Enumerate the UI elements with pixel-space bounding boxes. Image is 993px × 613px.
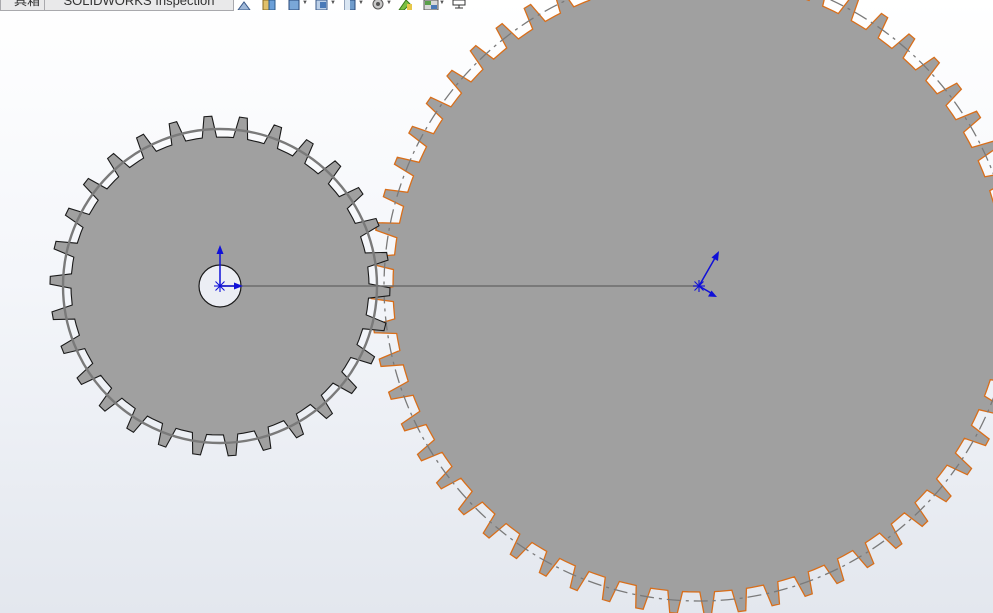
render-tools-icon[interactable] bbox=[423, 0, 439, 10]
apply-scene-icon[interactable] bbox=[370, 0, 386, 10]
large-gear[interactable] bbox=[370, 0, 993, 613]
section-view-icon[interactable] bbox=[261, 0, 277, 10]
view-orientation-icon[interactable] bbox=[236, 0, 252, 10]
chevron-down-icon[interactable]: ▼ bbox=[302, 0, 308, 10]
gear-sketch-canvas[interactable] bbox=[0, 0, 993, 613]
chevron-down-icon[interactable]: ▼ bbox=[330, 0, 336, 10]
heads-up-view-toolbar: ▼ ▼ ▼ ▼ ▼ bbox=[236, 0, 476, 10]
display-style-icon[interactable] bbox=[286, 0, 302, 10]
graphics-area[interactable]: 具箱 SOLIDWORKS Inspection ▼ ▼ ▼ ▼ ▼ bbox=[0, 0, 993, 613]
hide-show-items-icon[interactable] bbox=[314, 0, 330, 10]
view-settings-icon[interactable] bbox=[398, 0, 414, 10]
tab-tools[interactable]: 具箱 bbox=[0, 0, 45, 11]
chevron-down-icon[interactable]: ▼ bbox=[358, 0, 364, 10]
edit-appearance-icon[interactable] bbox=[342, 0, 358, 10]
tab-solidworks-inspection[interactable]: SOLIDWORKS Inspection bbox=[44, 0, 234, 11]
chevron-down-icon[interactable]: ▼ bbox=[386, 0, 392, 10]
chevron-down-icon[interactable]: ▼ bbox=[439, 0, 445, 10]
display-monitor-icon[interactable] bbox=[451, 0, 467, 10]
command-manager-tabs: 具箱 SOLIDWORKS Inspection bbox=[0, 0, 234, 11]
